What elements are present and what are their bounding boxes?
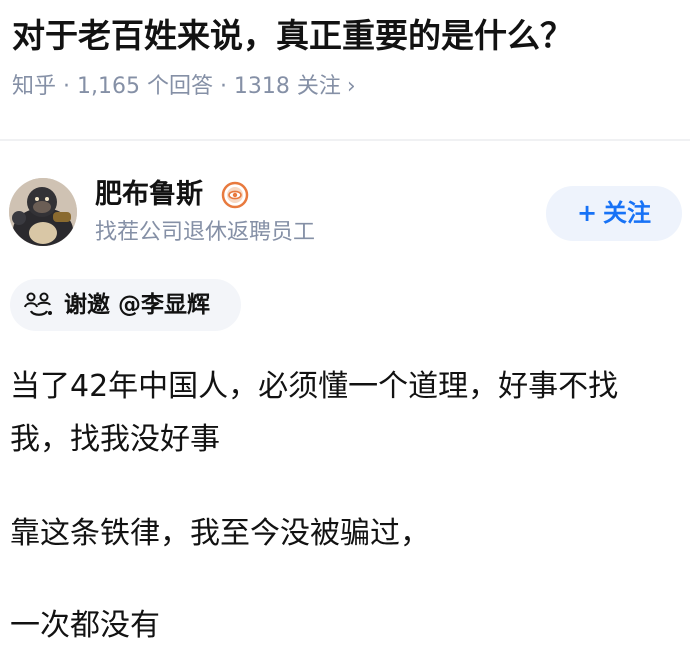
answer-paragraph: 当了42年中国人，必须懂一个道理，好事不找 — [10, 369, 619, 404]
eye-badge-icon — [221, 181, 249, 209]
follow-button[interactable]: + 关注 — [546, 186, 682, 241]
question-meta[interactable]: 知乎 · 1,165 个回答 · 1318 关注 › — [12, 72, 356, 102]
avatar[interactable] — [9, 178, 77, 246]
invite-text: 谢邀 @李显辉 — [64, 292, 211, 318]
answer-paragraph: 我，找我没好事 — [10, 422, 220, 457]
author-headline: 找茬公司退休返聘员工 — [95, 220, 316, 245]
chevron-right-icon: › — [346, 74, 356, 99]
question-meta-text: 知乎 · 1,165 个回答 · 1318 关注 — [12, 74, 341, 99]
plus-icon: + — [576, 199, 598, 227]
section-divider — [0, 139, 690, 141]
question-title[interactable]: 对于老百姓来说，真正重要的是什么？ — [12, 14, 573, 58]
invite-icon — [24, 291, 54, 319]
answer-paragraph: 靠这条铁律，我至今没被骗过， — [10, 516, 430, 551]
follow-button-label: 关注 — [603, 199, 652, 227]
author-name[interactable]: 肥布鲁斯 — [95, 176, 203, 214]
answer-paragraph: 一次都没有 — [10, 608, 160, 643]
invite-chip[interactable]: 谢邀 @李显辉 — [10, 279, 241, 331]
avatar-gorilla-image — [9, 178, 77, 246]
